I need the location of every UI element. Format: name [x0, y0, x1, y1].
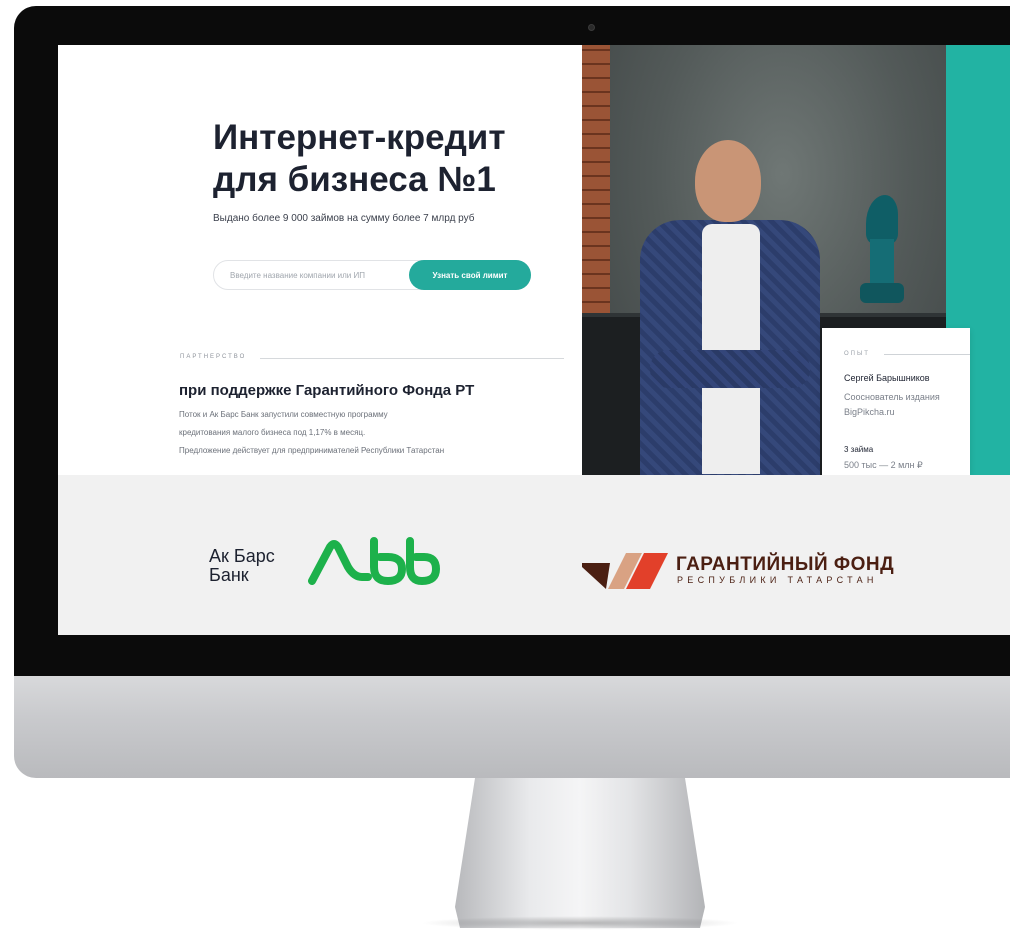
- hero-subtitle: Выдано более 9 000 займов на сумму более…: [213, 213, 475, 224]
- testimonial-divider: [884, 354, 970, 355]
- person-head: [695, 140, 761, 222]
- partner-logos-band: Ак Барс Банк ГАРАНТИЙНЫЙ ФОНД РЕСПУБЛИКИ…: [58, 475, 1010, 635]
- knight-base: [860, 283, 904, 303]
- partnership-desc-line1: Поток и Ак Барс Банк запустили совместну…: [179, 410, 388, 419]
- testimonial-range: 500 тыс — 2 млн ₽: [844, 460, 923, 470]
- testimonial-loans: 3 займа: [844, 445, 874, 454]
- akbars-logo-icon: [308, 537, 441, 586]
- company-search-form: Узнать свой лимит: [213, 260, 531, 290]
- testimonial-role: Сооснователь издания BigPikcha.ru: [844, 392, 940, 417]
- partnership-divider: [260, 358, 564, 359]
- find-limit-button[interactable]: Узнать свой лимит: [409, 260, 531, 290]
- testimonial-name: Сергей Барышников: [844, 373, 930, 383]
- partnership-title: при поддержке Гарантийного Фонда РТ: [179, 382, 475, 399]
- akbars-line1: Ак Барс: [209, 546, 275, 566]
- hero-title-line1: Интернет-кредит: [213, 118, 506, 157]
- guarantee-fund-name: ГАРАНТИЙНЫЙ ФОНД: [676, 554, 895, 575]
- partnership-desc-line2: кредитования малого бизнеса под 1,17% в …: [179, 428, 366, 437]
- testimonial-label: ОПЫТ: [844, 351, 870, 357]
- akbars-line2: Банк: [209, 565, 249, 585]
- hero-title: Интернет-кредит для бизнеса №1: [213, 117, 553, 201]
- testimonial-card: ОПЫТ Сергей Барышников Сооснователь изда…: [822, 328, 970, 475]
- person-shirt: [702, 224, 760, 474]
- knight-head: [866, 195, 898, 243]
- website-screen: Интернет-кредит для бизнеса №1 Выдано бо…: [58, 45, 1010, 635]
- akbars-bank-wordmark: Ак Барс Банк: [209, 547, 275, 585]
- person-crossed-arms: [650, 350, 810, 388]
- imac-monitor: Интернет-кредит для бизнеса №1 Выдано бо…: [0, 0, 1010, 932]
- chess-knight-icon: [860, 195, 904, 307]
- stand-shadow: [420, 916, 740, 930]
- partnership-label: ПАРТНЕРСТВО: [180, 354, 247, 360]
- guarantee-fund-subtitle: РЕСПУБЛИКИ ТАТАРСТАН: [677, 575, 878, 585]
- partnership-desc-line3: Предложение действует для предпринимател…: [179, 446, 445, 455]
- monitor-stand: [455, 778, 705, 928]
- hero-section: Интернет-кредит для бизнеса №1 Выдано бо…: [58, 45, 582, 475]
- brick-wall: [582, 45, 610, 315]
- hero-title-line2: для бизнеса №1: [213, 160, 496, 199]
- guarantee-fund-logo-icon: [582, 553, 668, 589]
- knight-body: [870, 239, 894, 285]
- partnership-description: Поток и Ак Барс Банк запустили совместну…: [179, 406, 539, 460]
- company-search-input[interactable]: [214, 261, 410, 289]
- person-figure: [640, 140, 820, 475]
- camera-icon: [588, 24, 595, 31]
- monitor-chin: [14, 676, 1010, 778]
